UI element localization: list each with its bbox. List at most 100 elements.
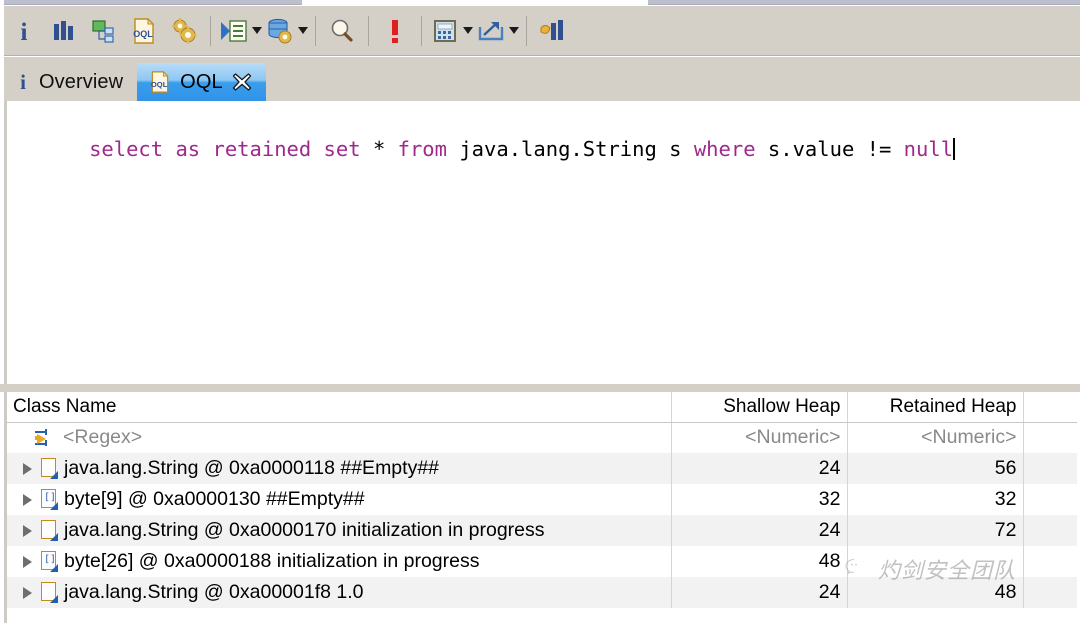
table-row[interactable]: java.lang.String @ 0xa0000170 initializa… bbox=[7, 515, 1077, 546]
calculator-icon bbox=[434, 19, 456, 42]
toolbar-dropdown-query-browser[interactable] bbox=[297, 11, 309, 51]
row-class-name-text: byte[9] @ 0xa0000130 ##Empty## bbox=[64, 488, 365, 510]
oql-document-icon: OQL bbox=[133, 17, 155, 44]
expand-triangle-icon[interactable] bbox=[22, 524, 35, 537]
results-table: Class Name Shallow Heap Retained Heap <R… bbox=[7, 392, 1077, 608]
query-token-0: select as retained set bbox=[89, 137, 373, 161]
query-token-4: where bbox=[693, 137, 768, 161]
info-icon: i bbox=[21, 19, 28, 44]
filter-cell-shallow-heap[interactable]: <Numeric> bbox=[671, 422, 848, 453]
editor-results-splitter[interactable] bbox=[0, 384, 1080, 392]
row-shallow-heap-cell: 24 bbox=[671, 453, 848, 484]
row-class-name-text: java.lang.String @ 0xa00001f8 1.0 bbox=[64, 581, 364, 603]
query-token-6: null bbox=[903, 137, 954, 161]
run-list-icon bbox=[221, 19, 247, 42]
toolbar-button-calculator[interactable] bbox=[428, 11, 462, 51]
query-token-5: s.value != bbox=[767, 137, 904, 161]
table-row[interactable]: java.lang.String @ 0xa00001f8 1.0 24 48 bbox=[7, 577, 1077, 608]
toolbar-group-run-expert-system bbox=[217, 11, 263, 51]
toolbar-button-histogram[interactable] bbox=[44, 11, 84, 51]
row-shallow-heap-cell: 24 bbox=[671, 515, 848, 546]
query-token-3: java.lang.String s bbox=[459, 137, 694, 161]
row-retained-heap-cell: 72 bbox=[847, 515, 1024, 546]
row-filler-cell bbox=[1023, 453, 1077, 484]
java-object-icon bbox=[41, 582, 58, 603]
compare-histogram-icon bbox=[540, 19, 563, 40]
top-tab-segment-1 bbox=[4, 0, 302, 5]
byte-array-icon: [] bbox=[41, 551, 58, 572]
row-filler-cell bbox=[1023, 515, 1077, 546]
toolbar-dropdown-export[interactable] bbox=[508, 11, 520, 51]
database-gear-icon bbox=[268, 18, 292, 43]
filter-cell-filler bbox=[1023, 422, 1077, 453]
memory-analyzer-window: i OQL i Overview OQL OQL select as retai… bbox=[0, 0, 1080, 623]
svg-text:OQL: OQL bbox=[151, 80, 168, 89]
row-class-name-cell[interactable]: java.lang.String @ 0xa0000118 ##Empty## bbox=[7, 453, 672, 484]
chevron-down-icon bbox=[509, 27, 519, 34]
toolbar-separator-1 bbox=[210, 15, 211, 46]
svg-text:OQL: OQL bbox=[133, 29, 153, 39]
export-arrow-icon bbox=[478, 21, 504, 40]
toolbar-button-leak-suspects[interactable] bbox=[164, 11, 204, 51]
table-row[interactable]: [] byte[26] @ 0xa0000188 initialization … bbox=[7, 546, 1077, 577]
filter-cell-class-name[interactable]: <Regex> bbox=[7, 422, 672, 453]
column-header-shallow-heap[interactable]: Shallow Heap bbox=[671, 392, 848, 423]
oql-query-line: select as retained set * from java.lang.… bbox=[15, 107, 1076, 191]
toolbar-button-find-objects[interactable] bbox=[322, 11, 362, 51]
row-class-name-cell[interactable]: [] byte[26] @ 0xa0000188 initialization … bbox=[7, 546, 672, 577]
expand-triangle-icon[interactable] bbox=[22, 493, 35, 506]
expand-triangle-icon[interactable] bbox=[22, 586, 35, 599]
column-header-retained-heap[interactable]: Retained Heap bbox=[847, 392, 1024, 423]
histogram-icon bbox=[54, 20, 73, 40]
row-shallow-heap-cell: 32 bbox=[671, 484, 848, 515]
gears-icon bbox=[172, 17, 197, 43]
expand-triangle-icon[interactable] bbox=[22, 555, 35, 568]
query-token-1: * bbox=[372, 137, 398, 161]
toolbar-button-overview-info[interactable]: i bbox=[4, 11, 44, 51]
row-filler-cell bbox=[1023, 546, 1077, 577]
tab-overview-label: Overview bbox=[39, 70, 124, 93]
row-retained-heap-cell: 32 bbox=[847, 484, 1024, 515]
close-icon bbox=[232, 73, 251, 91]
tab-close-button[interactable] bbox=[232, 72, 252, 92]
svg-text:i: i bbox=[20, 71, 26, 93]
table-row[interactable]: java.lang.String @ 0xa0000118 ##Empty## … bbox=[7, 453, 1077, 484]
tab-oql-label: OQL bbox=[180, 70, 223, 93]
toolbar-separator-5 bbox=[526, 15, 527, 46]
toolbar-button-dominator-tree[interactable] bbox=[84, 11, 124, 51]
splitter-handle bbox=[4, 384, 1080, 392]
toolbar-dropdown-run-expert-system[interactable] bbox=[251, 11, 263, 51]
row-class-name-cell[interactable]: java.lang.String @ 0xa0000170 initializa… bbox=[7, 515, 672, 546]
toolbar-button-export[interactable] bbox=[474, 11, 508, 51]
tab-overview[interactable]: i Overview bbox=[4, 63, 138, 101]
oql-query-editor[interactable]: select as retained set * from java.lang.… bbox=[4, 101, 1076, 384]
tab-oql[interactable]: OQL OQL bbox=[137, 63, 266, 101]
row-shallow-heap-cell: 24 bbox=[671, 577, 848, 608]
row-filler-cell bbox=[1023, 577, 1077, 608]
column-header-class-name[interactable]: Class Name bbox=[7, 392, 672, 423]
toolbar-button-query-browser[interactable] bbox=[263, 11, 297, 51]
query-token-2: from bbox=[397, 137, 460, 161]
top-tab-segment-2 bbox=[648, 0, 1080, 5]
toolbar-group-calculator bbox=[428, 11, 474, 51]
svg-text:i: i bbox=[21, 19, 28, 44]
table-filter-row[interactable]: <Regex> <Numeric> <Numeric> bbox=[7, 422, 1077, 453]
toolbar-dropdown-calculator[interactable] bbox=[462, 11, 474, 51]
row-retained-heap-cell bbox=[847, 546, 1024, 577]
table-row[interactable]: [] byte[9] @ 0xa0000130 ##Empty## 32 32 bbox=[7, 484, 1077, 515]
toolbar-button-errors-warnings[interactable] bbox=[375, 11, 415, 51]
column-header-filler bbox=[1023, 392, 1077, 423]
row-retained-heap-cell: 56 bbox=[847, 453, 1024, 484]
row-class-name-cell[interactable]: java.lang.String @ 0xa00001f8 1.0 bbox=[7, 577, 672, 608]
expand-triangle-icon[interactable] bbox=[22, 462, 35, 475]
toolbar-separator-4 bbox=[421, 15, 422, 46]
toolbar-separator-2 bbox=[315, 15, 316, 46]
toolbar-button-run-expert-system[interactable] bbox=[217, 11, 251, 51]
info-icon: i bbox=[20, 71, 26, 93]
filter-cell-retained-heap[interactable]: <Numeric> bbox=[847, 422, 1024, 453]
row-class-name-cell[interactable]: [] byte[9] @ 0xa0000130 ##Empty## bbox=[7, 484, 672, 515]
toolbar-button-compare-snapshots[interactable] bbox=[533, 11, 573, 51]
toolbar-button-oql[interactable]: OQL bbox=[124, 11, 164, 51]
editor-tab-bar: i Overview OQL OQL bbox=[4, 57, 1080, 101]
row-filler-cell bbox=[1023, 484, 1077, 515]
